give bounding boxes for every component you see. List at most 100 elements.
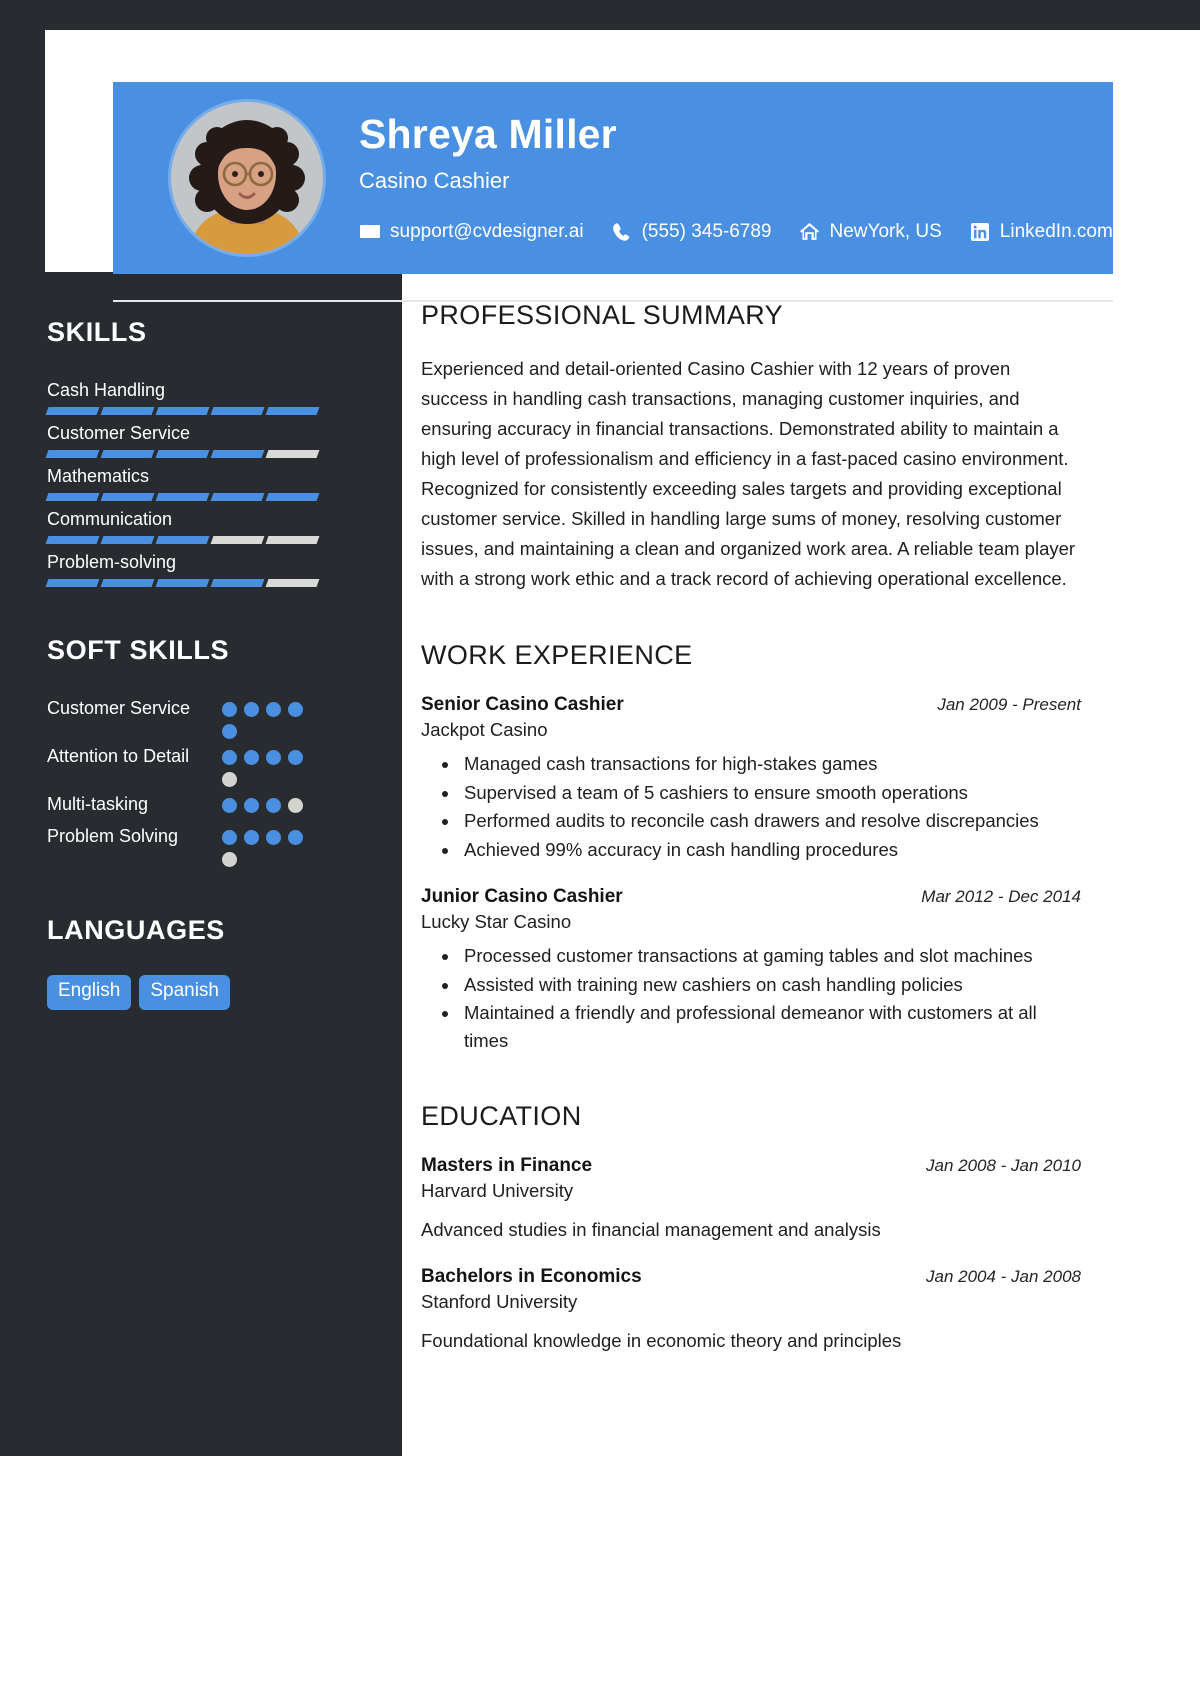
page-title: Shreya Miller	[359, 111, 617, 158]
soft-skill-item: Multi-tasking	[47, 791, 354, 819]
rating-dot	[288, 702, 303, 718]
summary-text: Experienced and detail-oriented Casino C…	[421, 358, 1076, 589]
soft-skills-list: Customer Service Attention to Detail Mul…	[47, 695, 354, 868]
education-section: EDUCATION Masters in Finance Jan 2008 - …	[421, 1101, 1081, 1355]
soft-skill-label: Multi-tasking	[47, 794, 149, 815]
rating-dot	[288, 750, 303, 766]
contact-location-text: NewYork, US	[829, 220, 942, 242]
soft-skill-item: Customer Service	[47, 695, 354, 740]
contact-phone-text: (555) 345-6789	[641, 220, 772, 242]
skill-bar-segment	[210, 407, 265, 416]
skill-bar	[45, 579, 354, 588]
experience-date: Mar 2012 - Dec 2014	[921, 886, 1081, 906]
rating-dot	[222, 750, 237, 766]
soft-skill-label: Problem Solving	[47, 826, 179, 847]
bullet-item: Achieved 99% accuracy in cash handling p…	[460, 836, 1081, 864]
education-school: Harvard University	[421, 1179, 574, 1201]
rating-dot	[222, 798, 237, 814]
skill-bar-segment	[45, 407, 100, 416]
soft-skill-label: Attention to Detail	[47, 746, 190, 767]
home-icon	[799, 222, 821, 242]
bullet-item: Assisted with training new cashiers on c…	[460, 971, 1081, 999]
rating-dot	[244, 798, 259, 814]
skill-bar-segment	[45, 579, 100, 588]
skills-list: Cash Handling Customer Service Mathemati…	[45, 377, 354, 588]
contact-linkedin[interactable]: LinkedIn.com	[969, 221, 1113, 243]
rating-dot	[222, 830, 237, 846]
skill-label: Communication	[47, 509, 173, 530]
bullet-item: Maintained a friendly and professional d…	[460, 999, 1081, 1055]
rating-dot	[244, 750, 259, 766]
education-entry: Bachelors in Economics Jan 2004 - Jan 20…	[421, 1266, 1081, 1355]
skill-bar-segment	[45, 536, 100, 545]
skill-bar-segment	[210, 536, 265, 545]
experience-date: Jan 2009 - Present	[937, 694, 1081, 714]
rating-dot	[266, 830, 281, 846]
rating-dot	[222, 772, 237, 788]
bullet-item: Supervised a team of 5 cashiers to ensur…	[460, 779, 1081, 807]
skills-heading: SKILLS	[47, 317, 147, 347]
skill-bar-segment	[45, 450, 100, 459]
language-tag[interactable]: English	[47, 975, 132, 1011]
bullet-item: Performed audits to reconcile cash drawe…	[460, 807, 1081, 835]
professional-summary-section: PROFESSIONAL SUMMARY Experienced and det…	[421, 300, 1081, 594]
contact-linkedin-text: LinkedIn.com	[999, 220, 1113, 242]
experience-heading: WORK EXPERIENCE	[421, 639, 693, 670]
experience-title: Junior Casino Cashier	[421, 885, 623, 907]
skill-bar	[45, 493, 354, 502]
rating-dot	[244, 702, 259, 718]
skill-bar-segment	[100, 536, 155, 545]
skill-bar-segment	[210, 579, 265, 588]
skill-item: Cash Handling	[45, 377, 354, 416]
rating-dot	[266, 750, 281, 766]
soft-skill-item: Problem Solving	[47, 823, 354, 868]
sidebar: SKILLS Cash Handling Customer Service Ma…	[0, 272, 402, 1456]
soft-skill-label: Customer Service	[47, 698, 191, 719]
skill-item: Customer Service	[45, 420, 354, 459]
experience-entry: Junior Casino Cashier Mar 2012 - Dec 201…	[421, 886, 1081, 1055]
work-experience-section: WORK EXPERIENCE Senior Casino Cashier Ja…	[421, 640, 1081, 1055]
avatar	[171, 102, 323, 254]
contact-row: support@cvdesigner.ai (555) 345-6789 New…	[359, 221, 1113, 243]
soft-skill-dots	[222, 695, 306, 740]
education-heading: EDUCATION	[421, 1100, 582, 1131]
skill-bar-segment	[265, 536, 320, 545]
rating-dot	[288, 830, 303, 846]
skill-item: Problem-solving	[45, 549, 354, 588]
experience-entry-header: Junior Casino Cashier Mar 2012 - Dec 201…	[421, 886, 1081, 908]
skill-label: Mathematics	[47, 466, 150, 487]
header-text-block: Shreya Miller Casino Cashier support@cvd…	[359, 113, 1113, 242]
language-tag[interactable]: Spanish	[139, 975, 230, 1011]
contact-email-text: support@cvdesigner.ai	[390, 220, 584, 242]
skill-bar-segment	[155, 579, 210, 588]
skill-bar-segment	[45, 493, 100, 502]
soft-skill-dots	[222, 743, 306, 788]
education-degree: Bachelors in Economics	[421, 1265, 642, 1287]
main-content: PROFESSIONAL SUMMARY Experienced and det…	[421, 300, 1081, 1376]
soft-skills-heading: SOFT SKILLS	[47, 635, 230, 666]
rating-dot	[222, 852, 237, 868]
skill-label: Cash Handling	[47, 380, 166, 400]
rating-dot	[244, 830, 259, 846]
experience-organization: Jackpot Casino	[421, 718, 548, 740]
skill-bar-segment	[265, 493, 320, 502]
rating-dot	[222, 724, 237, 740]
skill-bar-segment	[155, 450, 210, 459]
bullet-item: Processed customer transactions at gamin…	[460, 942, 1081, 970]
education-school: Stanford University	[421, 1290, 578, 1312]
skill-bar-segment	[100, 579, 155, 588]
skill-bar-segment	[155, 407, 210, 416]
bullet-item: Managed cash transactions for high-stake…	[460, 750, 1081, 778]
rating-dot	[266, 798, 281, 814]
contact-phone[interactable]: (555) 345-6789	[611, 221, 772, 243]
linkedin-icon	[969, 222, 991, 242]
contact-location[interactable]: NewYork, US	[799, 221, 942, 243]
experience-entry: Senior Casino Cashier Jan 2009 - Present…	[421, 694, 1081, 864]
skill-bar-segment	[265, 407, 320, 416]
contact-email[interactable]: support@cvdesigner.ai	[359, 221, 584, 243]
rating-dot	[222, 702, 237, 718]
soft-skill-item: Attention to Detail	[47, 743, 354, 788]
envelope-icon	[359, 222, 381, 242]
education-entry: Masters in Finance Jan 2008 - Jan 2010 H…	[421, 1155, 1081, 1244]
experience-entry-header: Senior Casino Cashier Jan 2009 - Present	[421, 694, 1081, 716]
